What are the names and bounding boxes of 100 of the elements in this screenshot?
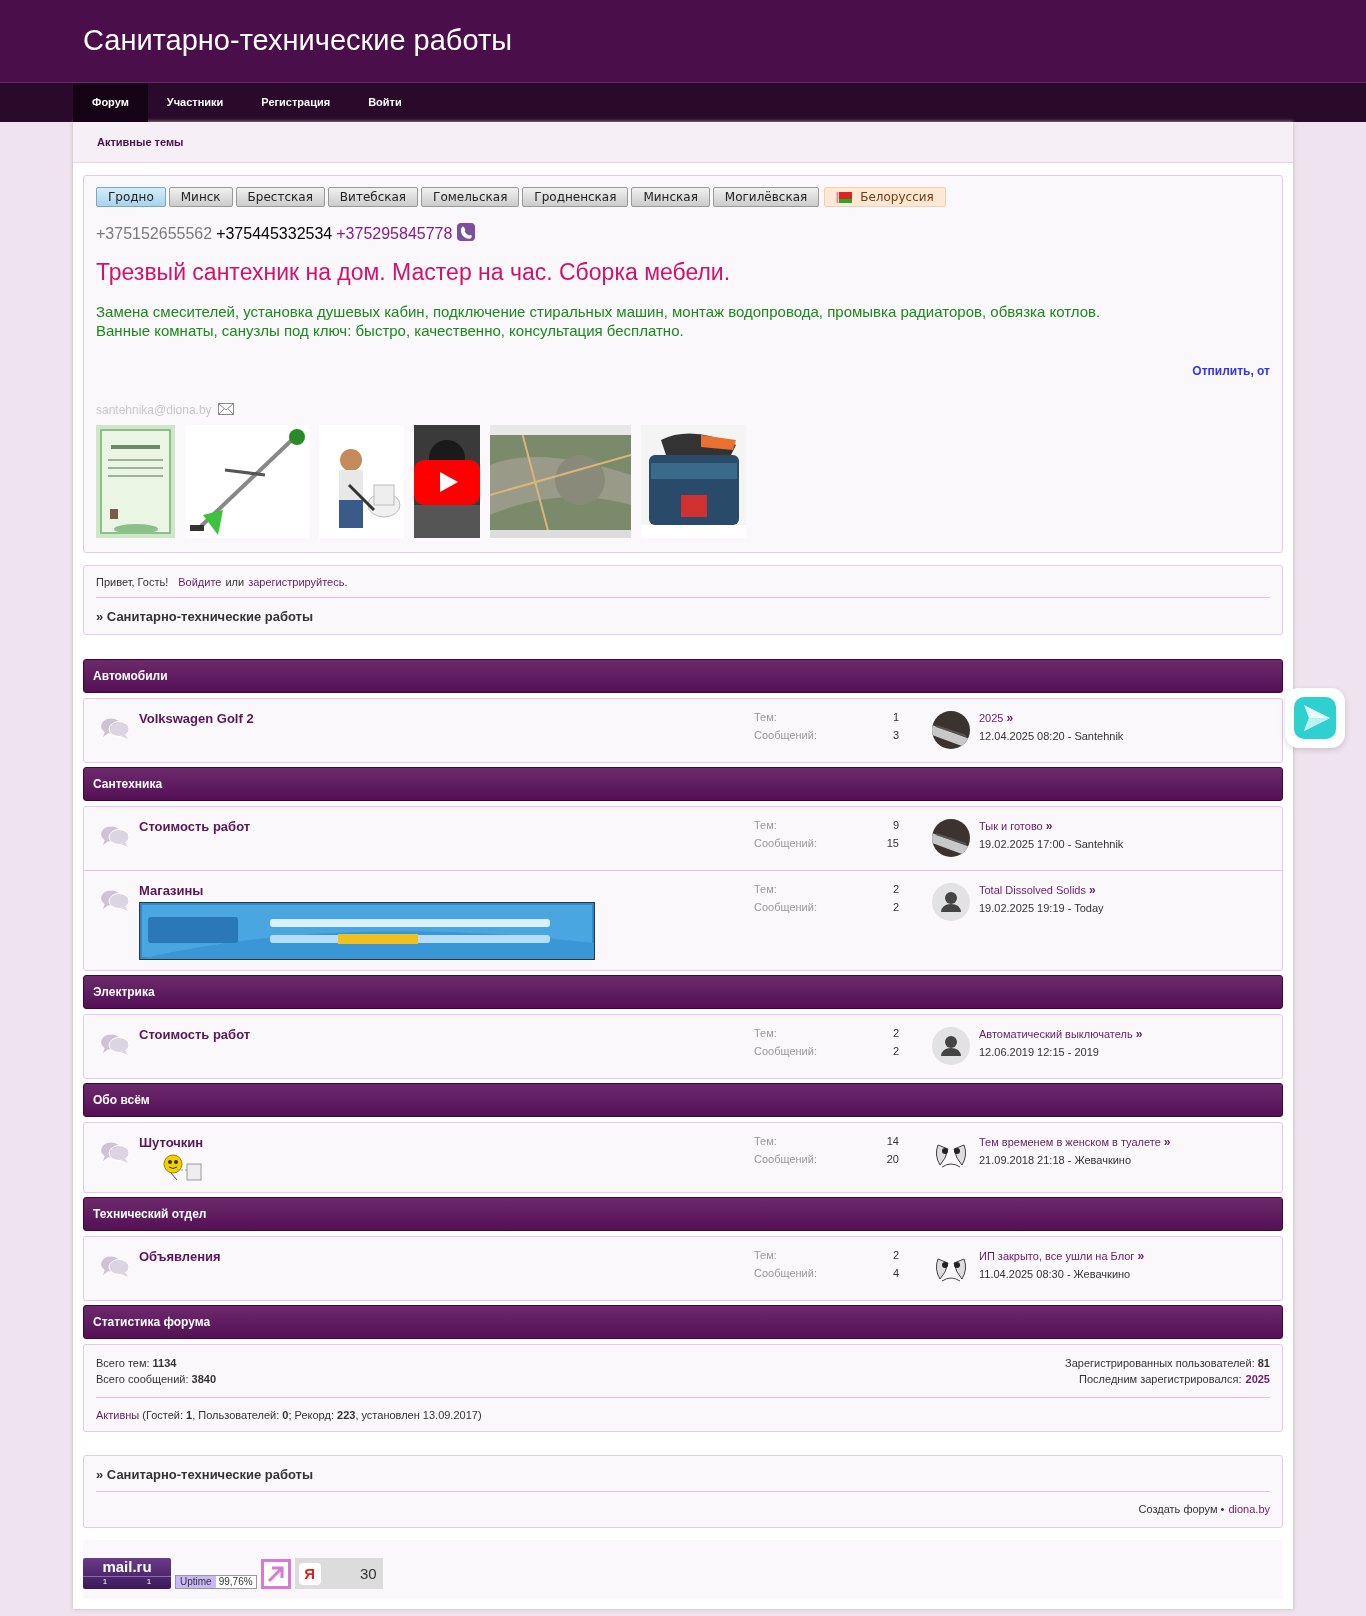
go-link[interactable]: » [1135, 1028, 1143, 1041]
region-button[interactable]: Гродненская [522, 187, 629, 207]
user-link[interactable]: 2025 [1245, 1373, 1270, 1385]
speech-bubbles-icon [101, 1142, 130, 1163]
go-link[interactable]: » [1045, 820, 1053, 833]
stat-label: Тем: [754, 883, 777, 895]
stat-value: 2 [892, 901, 899, 913]
speech-bubbles-icon [101, 1034, 130, 1055]
stats-text: Всего сообщений: 3840 [96, 1373, 217, 1385]
go-link[interactable]: » [1137, 1250, 1145, 1263]
active-users-link[interactable]: Активны [96, 1409, 140, 1421]
stat-label: Тем: [754, 1135, 777, 1147]
forum-title[interactable]: Магазины [139, 883, 204, 898]
or-text: или [225, 576, 245, 588]
forum-title[interactable]: Объявления [139, 1249, 221, 1264]
region-button[interactable]: Минск [168, 187, 233, 207]
last-post-link[interactable]: Тем временем в женском в туалете [979, 1136, 1161, 1149]
last-post-info: 11.04.2025 08:30 - Жевачкино [979, 1268, 1132, 1280]
region-button[interactable]: Гродно [96, 187, 166, 207]
last-post-link[interactable]: Автоматический выключатель [979, 1028, 1133, 1041]
stat-value: 2 [892, 1249, 899, 1261]
stat-label: Сообщений: [754, 1267, 817, 1279]
stat-value: 2 [892, 883, 899, 895]
speech-bubbles-icon [101, 718, 130, 739]
forum-title[interactable]: Стоимость работ [139, 1027, 251, 1042]
mailru-counter[interactable]: mail.ru 1 1 [83, 1558, 171, 1589]
category-header[interactable]: Автомобили [83, 659, 1283, 693]
category-header[interactable]: Обо всём [83, 1083, 1283, 1117]
ticker-text[interactable]: Отпилить, от [1192, 364, 1270, 378]
phone-number[interactable]: +375295845778 [336, 225, 453, 243]
last-post-info: 19.02.2025 17:00 - Santehnik [979, 838, 1124, 850]
subnav-link[interactable]: Активные темы [97, 136, 184, 148]
go-link[interactable]: » [1163, 1136, 1171, 1149]
stat-label: Сообщений: [754, 901, 817, 913]
forum-title[interactable]: Стоимость работ [139, 819, 251, 834]
greeting-text: Привет, Гость! [96, 576, 169, 588]
envelope-icon [217, 403, 234, 415]
uptime-counter[interactable]: Uptime 99,76% [175, 1575, 257, 1589]
stat-label: Сообщений: [754, 837, 817, 849]
nav-tab[interactable]: Регистрация [242, 83, 350, 122]
phone-icon [457, 223, 476, 241]
stat-label: Тем: [754, 1249, 777, 1261]
stat-label: Тем: [754, 711, 777, 723]
category-header[interactable]: Электрика [83, 975, 1283, 1009]
flag-icon [836, 191, 853, 203]
stat-value: 1 [892, 711, 899, 723]
speech-bubbles-icon [101, 1256, 130, 1277]
stats-header: Статистика форума [83, 1305, 1283, 1339]
yandex-counter[interactable]: Я 30 [294, 1558, 383, 1589]
stat-value: 3 [892, 729, 899, 741]
category-header[interactable]: Сантехника [83, 767, 1283, 801]
forum-title[interactable]: Volkswagen Golf 2 [139, 711, 254, 726]
forum-title[interactable]: Шуточкин [139, 1135, 204, 1150]
site-title: Санитарно-технические работы [82, 23, 513, 57]
region-button[interactable]: Витебская [327, 187, 419, 207]
go-link[interactable]: » [1089, 884, 1096, 897]
stat-value: 2 [892, 1045, 899, 1057]
sketch-avatar-icon [935, 1144, 967, 1168]
site-link[interactable]: diona.by [1228, 1503, 1270, 1515]
send-icon [1294, 697, 1336, 739]
sketch-avatar-icon [935, 1258, 967, 1282]
region-button[interactable]: Брестская [235, 187, 325, 207]
phone-number[interactable]: +375445332534 [216, 225, 333, 243]
nav-tab[interactable]: Участники [147, 83, 243, 122]
nav-tab[interactable]: Форум [73, 83, 148, 122]
last-post-link[interactable]: Тык и готово [979, 820, 1043, 833]
footer-text: Создать форум • [1138, 1503, 1225, 1515]
breadcrumb[interactable]: » Санитарно-технические работы [96, 598, 314, 624]
stats-text: Последним зарегистрировался: [1079, 1373, 1242, 1385]
send-button[interactable] [1285, 688, 1345, 748]
ad-headline: Трезвый сантехник на дом. Мастер на час. Сборка мебели. [96, 259, 732, 286]
last-post-info: 12.06.2019 12:15 - 2019 [979, 1046, 1100, 1058]
period-text: . [344, 576, 348, 588]
phone-number[interactable]: +375152655562 [96, 225, 213, 243]
last-post-link[interactable]: ИП закрыто, все ушли на Блог [979, 1250, 1135, 1263]
region-button[interactable]: Белоруссия [824, 187, 946, 207]
stat-label: Сообщений: [754, 1045, 817, 1057]
stat-label: Тем: [754, 1027, 777, 1039]
stat-label: Тем: [754, 819, 777, 831]
stats-text: Всего тем: 1134 [96, 1357, 178, 1369]
stat-value: 9 [892, 819, 899, 831]
region-button[interactable]: Могилёвская [712, 187, 820, 207]
smiley-icon [163, 1154, 202, 1181]
ad-text: Ванные комнаты, санузлы под ключ: быстро, качественно, консультация бесплатно. [96, 321, 685, 340]
nav-tab[interactable]: Войти [349, 83, 421, 122]
stat-value: 20 [886, 1153, 899, 1165]
category-header[interactable]: Технический отдел [83, 1197, 1283, 1231]
stats-text: Зарегистрированных пользователей: 81 [1065, 1357, 1270, 1369]
ad-text: Замена смесителей, установка душевых кабин, подключение стиральных машин, монтаж водопровода, промывка радиаторов, обвязка котлов. [96, 302, 1102, 321]
last-post-info: 12.04.2025 08:20 - Santehnik [979, 730, 1124, 742]
stat-value: 2 [892, 1027, 899, 1039]
avatar-photo [932, 711, 970, 749]
last-post-link[interactable]: Total Dissolved Solids [979, 884, 1086, 897]
region-button[interactable]: Минская [631, 187, 710, 207]
breadcrumb[interactable]: » Санитарно-технические работы [96, 1456, 1270, 1492]
region-button[interactable]: Гомельская [421, 187, 520, 207]
last-post-link[interactable]: 2025 [979, 712, 1004, 725]
last-post-info: 21.09.2018 21:18 - Жевачкино [979, 1154, 1133, 1166]
login-link[interactable]: Войдите [178, 576, 222, 588]
go-link[interactable]: » [1006, 712, 1014, 725]
